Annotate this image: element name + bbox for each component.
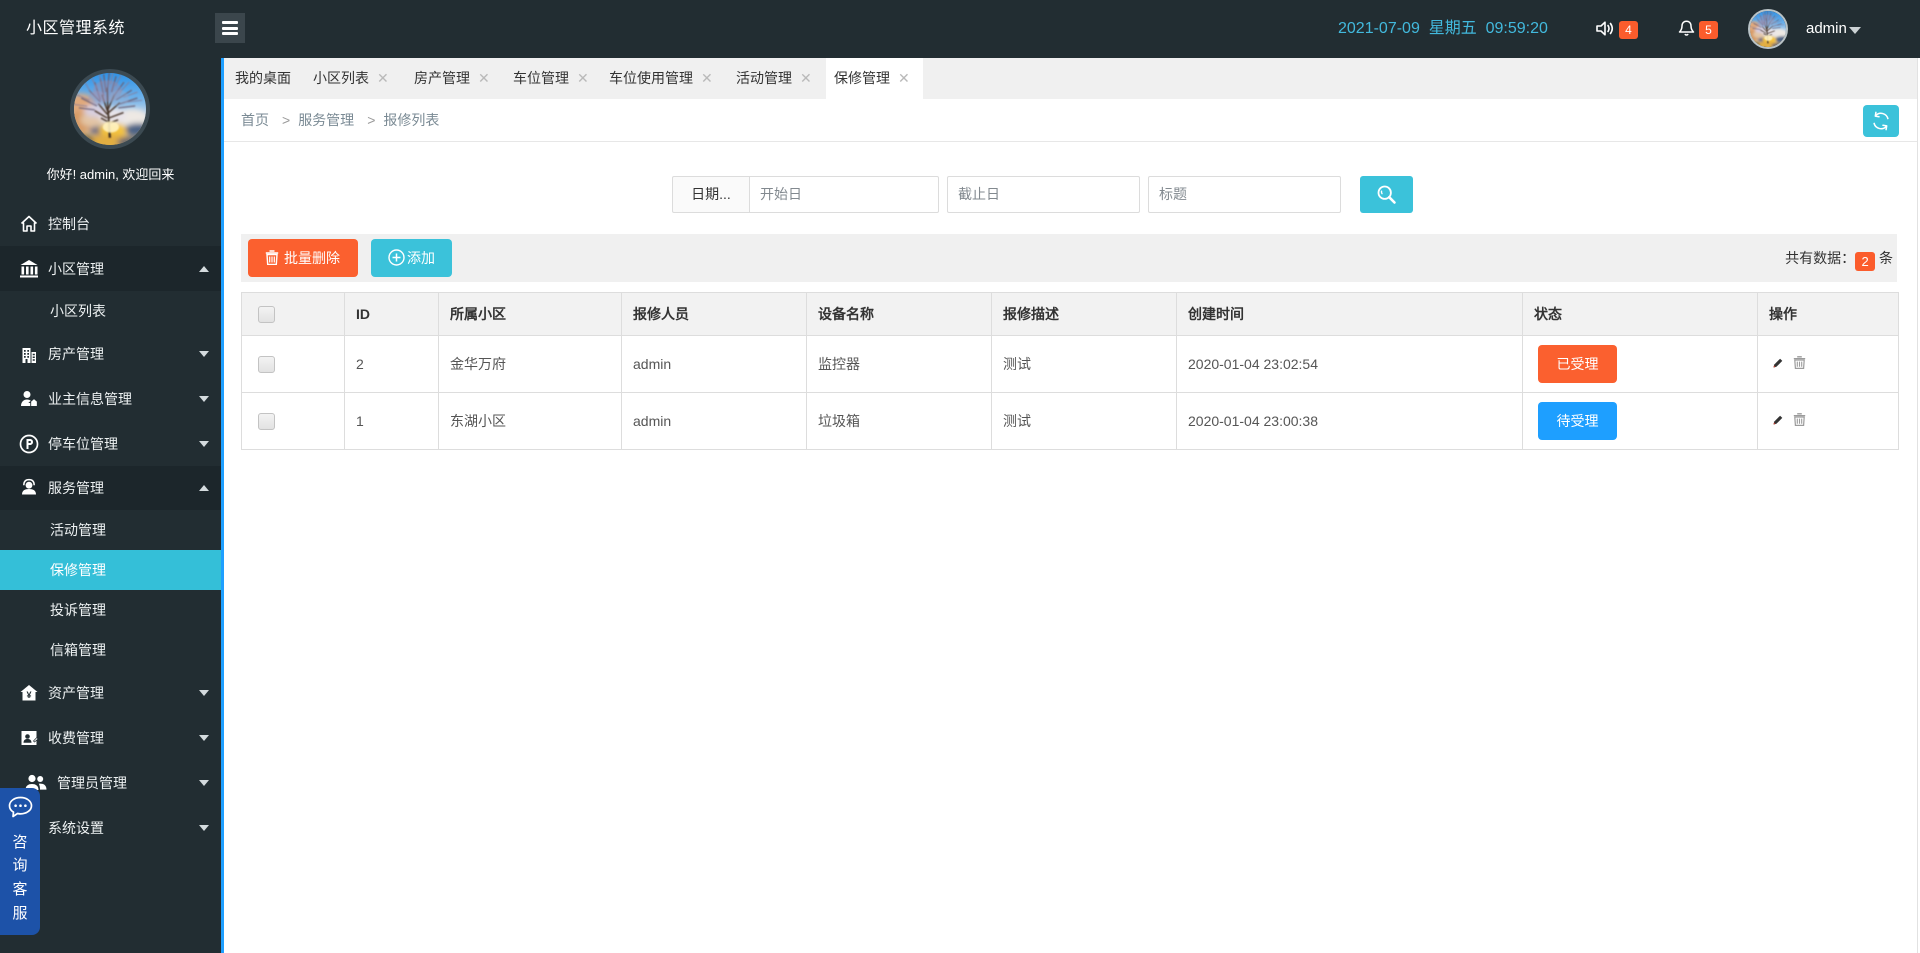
svg-text:¥: ¥ bbox=[26, 690, 31, 700]
